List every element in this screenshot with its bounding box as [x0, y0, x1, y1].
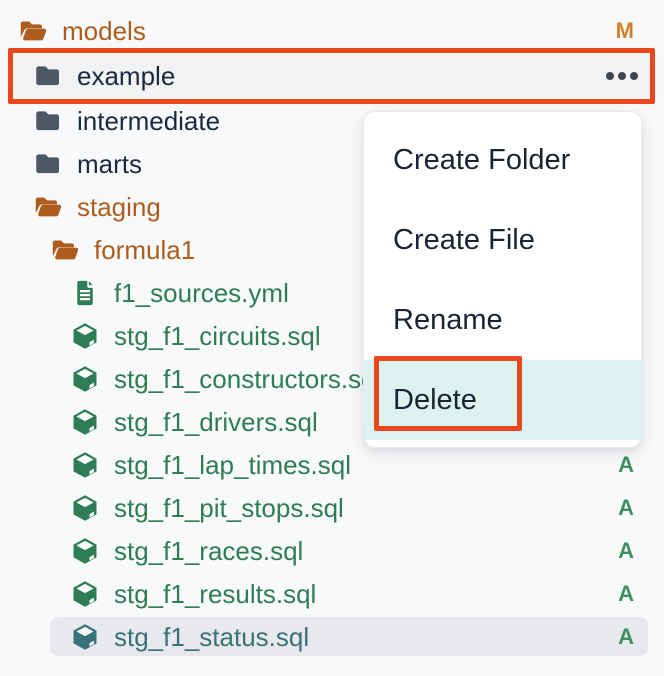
tree-item-label: models [62, 18, 146, 44]
tree-item-label: staging [77, 194, 161, 220]
tree-item-models[interactable]: models M [0, 9, 664, 52]
git-status-badge: A [618, 495, 634, 521]
folder-icon [33, 61, 63, 91]
tree-item-example[interactable]: example [0, 52, 664, 99]
tree-item-label: stg_f1_circuits.sql [114, 323, 321, 349]
tree-item-stg-f1-pit-stops-sql[interactable]: stg_f1_pit_stops.sql A [0, 486, 664, 529]
menu-item-create-file[interactable]: Create File [364, 200, 641, 280]
git-status-badge: A [618, 624, 634, 650]
menu-item-rename[interactable]: Rename [364, 280, 641, 360]
ellipsis-dot [606, 72, 614, 80]
tree-item-label: f1_sources.yml [114, 280, 289, 306]
file-explorer-panel: models Mexample intermediate marts staging fo… [0, 0, 664, 676]
git-status-badge: A [618, 452, 634, 478]
model-cube-icon [70, 493, 100, 523]
tree-item-stg-f1-status-sql[interactable]: stg_f1_status.sql A [0, 615, 664, 658]
tree-item-label: stg_f1_lap_times.sql [114, 452, 351, 478]
tree-item-stg-f1-results-sql[interactable]: stg_f1_results.sql A [0, 572, 664, 615]
tree-item-label: intermediate [77, 108, 220, 134]
tree-item-label: formula1 [94, 237, 195, 263]
tree-item-stg-f1-races-sql[interactable]: stg_f1_races.sql A [0, 529, 664, 572]
folder-open-icon [18, 16, 48, 46]
tree-item-label: stg_f1_constructors.sql [114, 366, 381, 392]
folder-open-icon [33, 192, 63, 222]
model-cube-icon [70, 536, 100, 566]
ellipsis-dot [618, 72, 626, 80]
model-cube-icon [70, 622, 100, 652]
tree-item-label: stg_f1_results.sql [114, 581, 316, 607]
tree-item-stg-f1-lap-times-sql[interactable]: stg_f1_lap_times.sql A [0, 443, 664, 486]
folder-open-icon [50, 235, 80, 265]
git-status-badge: M [616, 18, 634, 44]
model-cube-icon [70, 579, 100, 609]
folder-icon [33, 106, 63, 136]
model-cube-icon [70, 450, 100, 480]
menu-item-create-folder[interactable]: Create Folder [364, 120, 641, 200]
folder-icon [33, 149, 63, 179]
ellipsis-dot [630, 72, 638, 80]
menu-item-delete[interactable]: Delete [364, 360, 641, 440]
model-cube-icon [70, 364, 100, 394]
model-cube-icon [70, 321, 100, 351]
git-status-badge: A [618, 581, 634, 607]
more-actions-button[interactable] [602, 68, 642, 84]
tree-item-label: stg_f1_status.sql [114, 624, 309, 650]
tree-item-label: stg_f1_races.sql [114, 538, 303, 564]
model-cube-icon [70, 407, 100, 437]
tree-item-label: marts [77, 151, 142, 177]
tree-item-label: example [77, 63, 175, 89]
tree-item-label: stg_f1_pit_stops.sql [114, 495, 344, 521]
tree-item-label: stg_f1_drivers.sql [114, 409, 318, 435]
file-yml-icon [70, 278, 100, 308]
context-menu: Create FolderCreate FileRenameDelete [363, 111, 642, 448]
git-status-badge: A [618, 538, 634, 564]
